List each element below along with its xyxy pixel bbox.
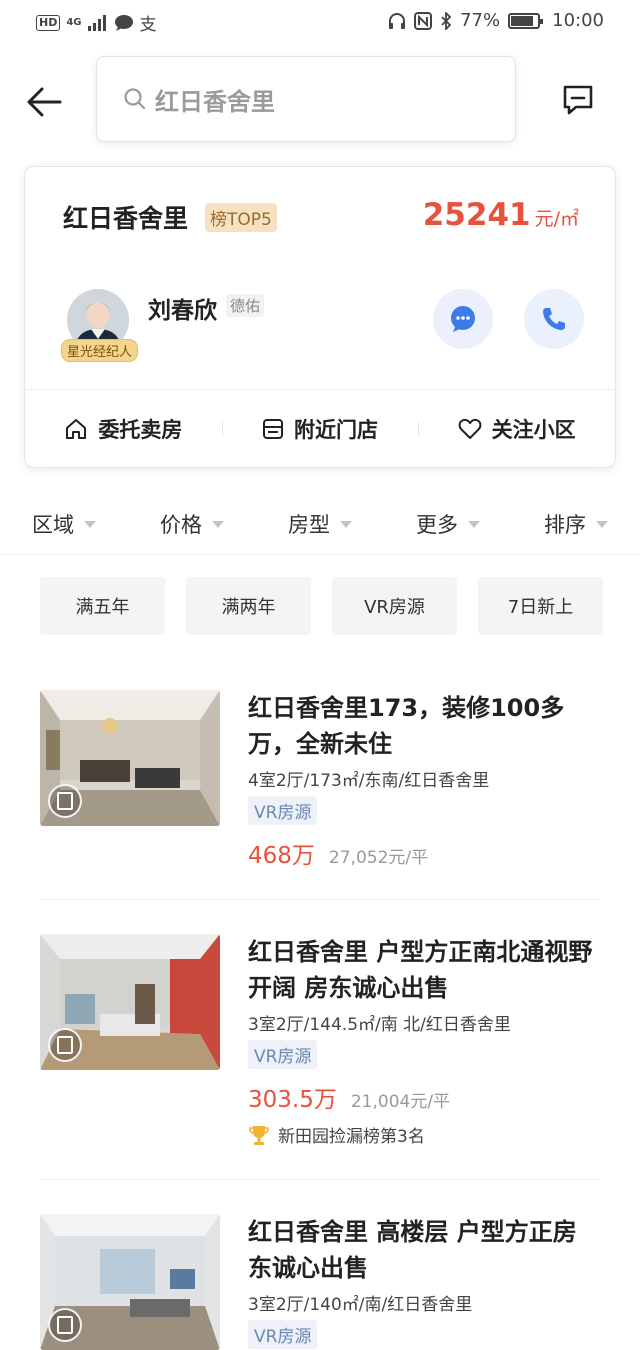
trophy-icon [249, 1125, 269, 1145]
filter-label: 价格 [160, 513, 202, 537]
listing-photo[interactable] [40, 690, 220, 826]
status-bar: HD 4G 支 77% 10:00 [0, 0, 640, 44]
rank-badge[interactable]: 榜TOP5 [205, 203, 277, 232]
listing-price: 468万 27,052元/平 [248, 836, 428, 870]
listing-divider [40, 899, 600, 900]
listing-item[interactable]: 红日香舍里173，装修100多万，全新未住 4室2厅/173㎡/东南/红日香舍里… [40, 690, 600, 870]
caret-down-icon [340, 520, 352, 528]
follow-community-button[interactable]: 关注小区 [418, 414, 615, 444]
listing-info: 3室2厅/144.5㎡/南 北/红日香舍里 [248, 1015, 511, 1035]
listing-price: 303.5万 21,004元/平 [248, 1080, 450, 1114]
vr-play-icon [48, 1308, 82, 1342]
search-query: 红日香舍里 [155, 87, 275, 116]
store-icon [263, 419, 283, 439]
card-actions: 委托卖房 附近门店 关注小区 [25, 389, 615, 469]
nearby-store-label: 附近门店 [294, 418, 378, 442]
call-agent-button[interactable] [524, 289, 584, 349]
rank-text: 新田园捡漏榜第3名 [278, 1127, 425, 1147]
chat-agent-button[interactable] [433, 289, 493, 349]
listing-info: 3室2厅/140㎡/南/红日香舍里 [248, 1295, 473, 1315]
total-price: 303.5万 [248, 1087, 337, 1113]
nearby-store-button[interactable]: 附近门店 [221, 414, 419, 444]
listing-rank[interactable]: 新田园捡漏榜第3名 [248, 1122, 425, 1147]
message-icon [563, 85, 593, 115]
filter-label: 区域 [32, 513, 74, 537]
listing-item[interactable]: 红日香舍里 户型方正南北通视野开阔 房东诚心出售 3室2厅/144.5㎡/南 北… [40, 934, 600, 1154]
listing-info: 4室2厅/173㎡/东南/红日香舍里 [248, 771, 490, 791]
phone-icon [543, 308, 565, 330]
clock: 10:00 [552, 10, 604, 31]
listing-divider [40, 1179, 600, 1180]
listing-title: 红日香舍里 高楼层 户型方正房东诚心出售 [248, 1218, 577, 1282]
filter-label: 更多 [416, 513, 458, 537]
network-type: 4G [66, 16, 82, 28]
battery-fill [511, 15, 533, 26]
tag-two-years[interactable]: 满两年 [186, 577, 311, 635]
search-icon [124, 88, 146, 110]
filter-layout[interactable]: 房型 [256, 494, 384, 554]
filter-divider [0, 554, 640, 555]
agent-name[interactable]: 刘春欣 [148, 291, 217, 325]
filter-label: 排序 [544, 513, 586, 537]
filter-region[interactable]: 区域 [0, 494, 128, 554]
alipay-icon: 支 [139, 15, 157, 35]
agent-company: 德佑 [226, 294, 265, 317]
community-name[interactable]: 红日香舍里 [63, 199, 188, 235]
tag-vr[interactable]: VR房源 [332, 577, 457, 635]
caret-down-icon [596, 520, 608, 528]
back-button[interactable] [24, 82, 64, 122]
entrust-sell-label: 委托卖房 [98, 418, 183, 442]
signal-icon [87, 14, 106, 31]
battery-icon [508, 12, 544, 29]
back-arrow-icon [27, 87, 62, 117]
message-button[interactable] [560, 82, 600, 122]
status-right: 77% 10:00 [388, 10, 604, 31]
unit-price: 27,052元/平 [328, 848, 429, 868]
caret-down-icon [84, 520, 96, 528]
listing-vr-tag: VR房源 [248, 1040, 318, 1069]
caret-down-icon [468, 520, 480, 528]
tag-five-years[interactable]: 满五年 [40, 577, 165, 635]
hd-indicator: HD [36, 14, 61, 31]
community-price: 25241 元/㎡ [423, 197, 579, 233]
filter-price[interactable]: 价格 [128, 494, 256, 554]
filter-label: 房型 [288, 513, 330, 537]
entrust-sell-button[interactable]: 委托卖房 [25, 414, 222, 444]
filter-bar: 区域 价格 房型 更多 排序 [0, 494, 640, 554]
tag-new-7-days[interactable]: 7日新上 [478, 577, 603, 635]
home-icon [66, 419, 87, 439]
headphones-icon [389, 12, 406, 29]
caret-down-icon [212, 520, 224, 528]
listing-photo[interactable] [40, 934, 220, 1070]
vr-play-icon [48, 784, 82, 818]
listing-title: 红日香舍里 户型方正南北通视野开阔 房东诚心出售 [248, 938, 593, 1002]
unit-price: 21,004元/平 [350, 1092, 451, 1112]
star-agent-badge: 星光经纪人 [61, 339, 139, 362]
battery-percent: 77% [460, 10, 501, 31]
bluetooth-icon [441, 11, 452, 30]
listing-title: 红日香舍里173，装修100多万，全新未住 [248, 694, 565, 758]
filter-sort[interactable]: 排序 [512, 494, 640, 554]
listing-item[interactable]: 红日香舍里 高楼层 户型方正房东诚心出售 3室2厅/140㎡/南/红日香舍里 V… [40, 1214, 600, 1350]
price-value: 25241 [422, 197, 531, 233]
quick-tags: 满五年 满两年 VR房源 7日新上 [40, 577, 603, 635]
follow-community-label: 关注小区 [491, 418, 576, 442]
listing-vr-tag: VR房源 [248, 796, 318, 825]
total-price: 468万 [248, 843, 315, 869]
community-card: 红日香舍里 榜TOP5 25241 元/㎡ 星光经纪人 刘春欣 德佑 委托卖房 … [24, 166, 616, 468]
filter-more[interactable]: 更多 [384, 494, 512, 554]
price-unit: 元/㎡ [534, 208, 579, 230]
status-left: HD 4G 支 [36, 10, 157, 35]
chat-bubble-icon [114, 14, 133, 31]
chat-icon [451, 306, 475, 332]
nfc-icon [414, 11, 433, 30]
listing-photo[interactable] [40, 1214, 220, 1350]
search-input[interactable]: 红日香舍里 [96, 56, 516, 142]
listing-vr-tag: VR房源 [248, 1320, 318, 1349]
heart-icon [458, 418, 482, 439]
vr-play-icon [48, 1028, 82, 1062]
